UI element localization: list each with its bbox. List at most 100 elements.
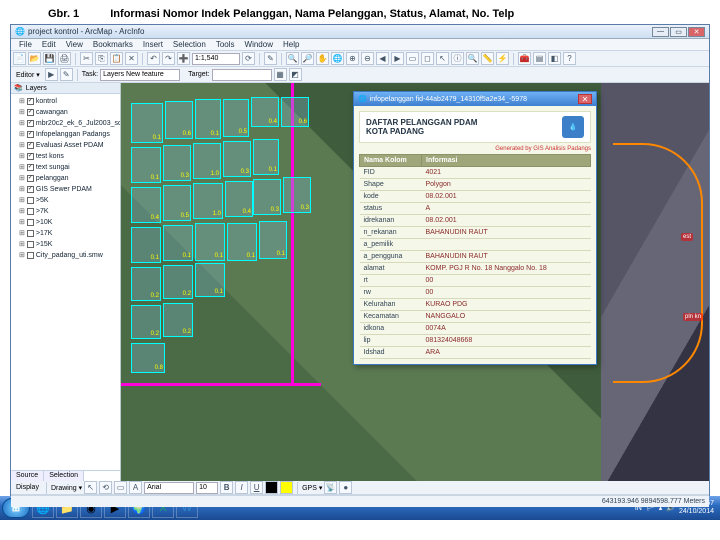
layer-checkbox[interactable] <box>27 208 34 215</box>
menu-tools[interactable]: Tools <box>211 39 240 50</box>
text-icon[interactable]: A <box>129 481 142 494</box>
fontcolor-icon[interactable] <box>265 481 278 494</box>
editor-toolbar-icon[interactable]: ✎ <box>264 52 277 65</box>
layer-checkbox[interactable]: ✓ <box>27 186 34 193</box>
parcel-feature[interactable]: 0.4 <box>251 97 279 127</box>
map-view[interactable]: 0.10.60.10.50.10.31.00.30.10.40.51.00.40… <box>121 83 709 481</box>
gps-label[interactable]: GPS ▾ <box>302 484 322 492</box>
layer-item[interactable]: ⊞>7K <box>13 206 118 217</box>
layer-item[interactable]: ⊞✓cawangan <box>13 107 118 118</box>
parcel-feature[interactable]: 0.4 <box>225 181 253 217</box>
model-icon[interactable]: ◧ <box>548 52 561 65</box>
parcel-feature[interactable]: 0.3 <box>163 145 191 181</box>
minimize-button[interactable]: — <box>652 27 669 37</box>
save-icon[interactable]: 💾 <box>43 52 56 65</box>
layer-item[interactable]: ⊞✓text sungai <box>13 162 118 173</box>
parcel-feature[interactable]: 0.2 <box>163 303 193 337</box>
layer-item[interactable]: ⊞✓Evaluasi Asset PDAM <box>13 140 118 151</box>
parcel-feature[interactable]: 0.2 <box>131 267 161 301</box>
clear-selection-icon[interactable]: ◻ <box>421 52 434 65</box>
redo-icon[interactable]: ↷ <box>162 52 175 65</box>
print-icon[interactable]: 🖨 <box>58 52 71 65</box>
menu-insert[interactable]: Insert <box>138 39 168 50</box>
open-icon[interactable]: 📂 <box>28 52 41 65</box>
parcel-feature[interactable]: 0.6 <box>281 97 309 127</box>
popup-titlebar[interactable]: 🌐 infopelanggan fid-44ab2479_14310f5a2e3… <box>354 92 596 106</box>
sketch-tool-icon[interactable]: ✎ <box>60 68 73 81</box>
parcel-feature[interactable]: 0.1 <box>195 223 225 261</box>
layer-item[interactable]: ⊞✓mbr20c2_ek_6_Jul2003_so <box>13 118 118 129</box>
parcel-feature[interactable]: 0.8 <box>131 343 165 373</box>
menu-edit[interactable]: Edit <box>37 39 61 50</box>
layer-item[interactable]: ⊞>5K <box>13 195 118 206</box>
layer-item[interactable]: ⊞>17K <box>13 228 118 239</box>
parcel-feature[interactable]: 1.0 <box>193 183 223 219</box>
menu-help[interactable]: Help <box>278 39 304 50</box>
parcel-feature[interactable]: 0.1 <box>227 223 257 261</box>
layer-item[interactable]: ⊞✓test kons <box>13 151 118 162</box>
layer-checkbox[interactable]: ✓ <box>27 175 34 182</box>
pointer-icon[interactable]: ↖ <box>84 481 97 494</box>
layer-checkbox[interactable]: ✓ <box>27 164 34 171</box>
menu-file[interactable]: File <box>14 39 37 50</box>
parcel-feature[interactable]: 0.3 <box>283 177 311 213</box>
drawing-label[interactable]: Drawing ▾ <box>51 484 82 492</box>
fontsize-input[interactable] <box>196 482 218 494</box>
window-titlebar[interactable]: 🌐 project kontrol - ArcMap - ArcInfo — ▭… <box>11 25 709 39</box>
pan-icon[interactable]: ✋ <box>316 52 329 65</box>
italic-icon[interactable]: I <box>235 481 248 494</box>
parcel-feature[interactable]: 0.1 <box>253 139 279 175</box>
cut-icon[interactable]: ✂ <box>80 52 93 65</box>
rect-icon[interactable]: ▭ <box>114 481 127 494</box>
layer-checkbox[interactable]: ✓ <box>27 98 34 105</box>
layer-checkbox[interactable] <box>27 252 34 259</box>
parcel-feature[interactable]: 0.1 <box>131 147 161 183</box>
copy-icon[interactable]: ⎘ <box>95 52 108 65</box>
toolbox-icon[interactable]: 🧰 <box>518 52 531 65</box>
next-extent-icon[interactable]: ▶ <box>391 52 404 65</box>
layer-checkbox[interactable]: ✓ <box>27 131 34 138</box>
add-data-icon[interactable]: ➕ <box>177 52 190 65</box>
layer-item[interactable]: ⊞✓Infopelanggan Padangs <box>13 129 118 140</box>
fixed-zoom-out-icon[interactable]: ⊖ <box>361 52 374 65</box>
gps-log-icon[interactable]: ● <box>339 481 352 494</box>
layer-checkbox[interactable] <box>27 219 34 226</box>
find-icon[interactable]: 🔍 <box>466 52 479 65</box>
full-extent-icon[interactable]: 🌐 <box>331 52 344 65</box>
layer-item[interactable]: ⊞✓GIS Sewer PDAM <box>13 184 118 195</box>
parcel-feature[interactable]: 0.6 <box>165 101 193 139</box>
paste-icon[interactable]: 📋 <box>110 52 123 65</box>
layer-item[interactable]: ⊞✓kontrol <box>13 96 118 107</box>
parcel-feature[interactable]: 0.1 <box>163 225 193 261</box>
underline-icon[interactable]: U <box>250 481 263 494</box>
sketch-props-icon[interactable]: ◩ <box>289 68 302 81</box>
prev-extent-icon[interactable]: ◀ <box>376 52 389 65</box>
layer-checkbox[interactable] <box>27 241 34 248</box>
edit-tool-icon[interactable]: ▶ <box>45 68 58 81</box>
help-icon[interactable]: ? <box>563 52 576 65</box>
delete-icon[interactable]: ✕ <box>125 52 138 65</box>
parcel-feature[interactable]: 0.2 <box>163 265 193 299</box>
popup-close-button[interactable]: ✕ <box>578 94 592 104</box>
layer-checkbox[interactable]: ✓ <box>27 109 34 116</box>
target-input[interactable] <box>212 69 272 81</box>
layer-item[interactable]: ⊞✓pelanggan <box>13 173 118 184</box>
rotate-icon[interactable]: ⟲ <box>99 481 112 494</box>
task-input[interactable] <box>100 69 180 81</box>
parcel-feature[interactable]: 1.0 <box>193 143 221 179</box>
editor-label[interactable]: Editor ▾ <box>13 71 43 79</box>
layer-checkbox[interactable]: ✓ <box>27 142 34 149</box>
font-select[interactable] <box>144 482 194 494</box>
parcel-feature[interactable]: 0.2 <box>131 305 161 339</box>
layer-item[interactable]: ⊞>15K <box>13 239 118 250</box>
cmd-icon[interactable]: ▤ <box>533 52 546 65</box>
zoom-in-icon[interactable]: 🔍 <box>286 52 299 65</box>
maximize-button[interactable]: ▭ <box>670 27 687 37</box>
bold-icon[interactable]: B <box>220 481 233 494</box>
identify-icon[interactable]: ⓘ <box>451 52 464 65</box>
parcel-feature[interactable]: 0.4 <box>131 187 161 223</box>
hyperlink-icon[interactable]: ⚡ <box>496 52 509 65</box>
menu-window[interactable]: Window <box>240 39 278 50</box>
undo-icon[interactable]: ↶ <box>147 52 160 65</box>
close-button[interactable]: ✕ <box>688 27 705 37</box>
